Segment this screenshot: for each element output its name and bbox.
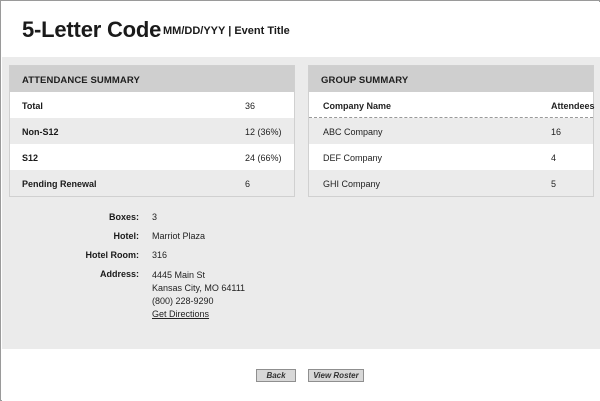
page-header: 5-Letter Code MM/DD/YYY | Event Title <box>2 2 600 57</box>
back-button[interactable]: Back <box>256 369 296 382</box>
attendance-row-non-s12: Non-S12 12 (36%) <box>10 118 294 144</box>
group-table-header: Company Name Attendees <box>309 92 595 118</box>
attendance-summary-heading: ATTENDANCE SUMMARY <box>10 66 294 92</box>
attendance-value: 12 (36%) <box>245 127 282 137</box>
get-directions-link[interactable]: Get Directions <box>152 308 245 321</box>
company-name-cell: ABC Company <box>323 127 383 137</box>
attendees-cell: 4 <box>551 153 557 163</box>
address-phone: (800) 228-9290 <box>152 296 214 306</box>
attendance-row-s12: S12 24 (66%) <box>10 144 294 170</box>
content-area: ATTENDANCE SUMMARY Total 36 Non-S12 12 (… <box>2 57 600 349</box>
hotel-value: Marriot Plaza <box>152 231 206 241</box>
attendance-label: Non-S12 <box>22 127 59 137</box>
company-name-cell: GHI Company <box>323 179 381 189</box>
attendance-value: 6 <box>245 179 251 189</box>
group-summary-heading: GROUP SUMMARY <box>309 66 593 92</box>
attendance-label: Total <box>22 101 43 111</box>
footer-actions: Back View Roster <box>2 349 600 401</box>
group-summary-panel: GROUP SUMMARY Company Name Attendees ABC… <box>308 65 595 197</box>
attendance-row-total: Total 36 <box>10 92 294 118</box>
address-street: 4445 Main St <box>152 270 206 280</box>
table-row: ABC Company 16 <box>309 118 593 144</box>
boxes-label: Boxes: <box>108 212 139 222</box>
attendees-cell: 5 <box>551 179 557 189</box>
address-city: Kansas City, MO 64111 <box>152 283 246 293</box>
table-row: GHI Company 5 <box>309 170 593 196</box>
view-roster-button[interactable]: View Roster <box>308 369 364 382</box>
attendance-value: 36 <box>245 101 256 111</box>
attendance-label: Pending Renewal <box>22 179 97 189</box>
table-row: DEF Company 4 <box>309 144 593 170</box>
hotel-room-value: 316 <box>152 250 168 260</box>
hotel-label: Hotel: <box>113 231 140 241</box>
page-frame: 5-Letter Code MM/DD/YYY | Event Title AT… <box>0 0 600 401</box>
attendees-column-header: Attendees <box>551 101 595 111</box>
event-subtitle: MM/DD/YYY | Event Title <box>163 25 290 37</box>
address-label: Address: <box>99 269 139 279</box>
boxes-value: 3 <box>152 212 158 222</box>
attendance-value: 24 (66%) <box>245 153 282 163</box>
hotel-room-label: Hotel Room: <box>85 250 140 260</box>
attendance-label: S12 <box>22 153 39 163</box>
attendance-row-pending-renewal: Pending Renewal 6 <box>10 170 294 196</box>
company-name-cell: DEF Company <box>323 153 383 163</box>
attendance-summary-panel: ATTENDANCE SUMMARY Total 36 Non-S12 12 (… <box>9 65 295 197</box>
company-name-column-header: Company Name <box>323 101 392 111</box>
attendees-cell: 16 <box>551 127 562 137</box>
address-value: 4445 Main St Kansas City, MO 64111 (800)… <box>152 269 245 321</box>
page-title: 5-Letter Code <box>22 17 162 42</box>
